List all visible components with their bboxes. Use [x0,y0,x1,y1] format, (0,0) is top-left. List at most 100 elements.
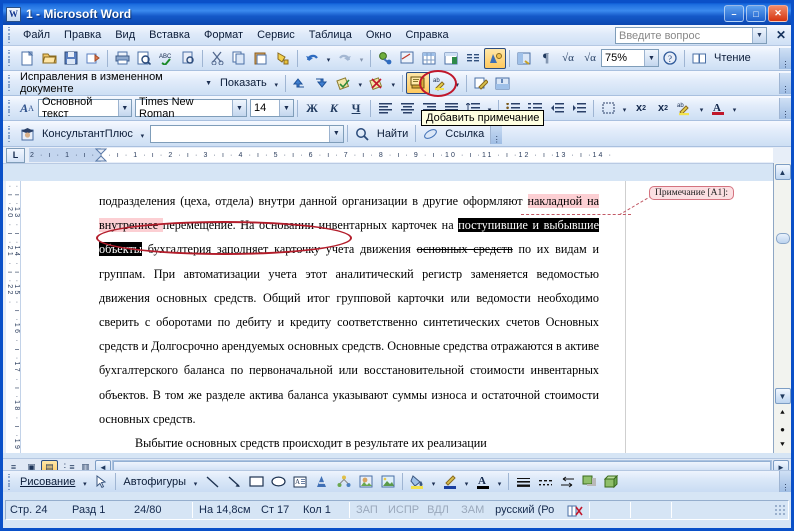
horizontal-ruler-track[interactable]: 2 · ı · 1 · ı · ı · ı · 1 · ı · 2 · ı · … [29,148,773,162]
chevron-down-icon[interactable]: ▼ [752,28,766,43]
vertical-scroll-thumb[interactable] [775,233,790,244]
subscript-icon[interactable]: x2 [630,98,652,119]
resize-grip[interactable] [774,504,786,516]
line-color-dropdown-icon[interactable]: ▾ [461,472,472,492]
menu-format[interactable]: Формат [197,27,250,43]
new-comment-icon[interactable] [405,72,430,94]
drawing-toolbar-grip[interactable] [5,473,13,490]
clip-art-icon[interactable] [355,471,377,492]
reviewing-toolbar-grip[interactable] [5,75,13,91]
find-button[interactable]: Найти [373,128,412,140]
insert-excel-table-icon[interactable] [440,48,462,69]
autoshapes-menu-button[interactable]: Автофигуры [119,476,190,488]
document-canvas[interactable]: подразделения (цеха, отдела) внутри данн… [21,181,773,453]
sqrt-alpha-2-icon[interactable]: √α [579,48,601,69]
redo-icon[interactable] [334,48,356,69]
chevron-down-icon[interactable]: ▼ [202,75,215,91]
highlight-color-icon[interactable]: ab [674,98,696,119]
font-color-icon[interactable]: A [472,471,494,492]
display-for-review-combo[interactable]: Исправления в измененном документе ▼ [16,71,216,95]
show-dropdown-icon[interactable]: ▾ [271,73,282,93]
font-combo[interactable]: Times New Roman ▼ [135,96,247,120]
drawing-overflow-button[interactable]: ⋮ [779,471,791,492]
magnifier-icon[interactable] [351,123,373,144]
drawing-dropdown-icon[interactable]: ▾ [79,472,90,492]
select-objects-icon[interactable] [90,471,112,492]
accept-change-icon[interactable] [333,73,355,94]
menu-file[interactable]: Файл [16,27,57,43]
menu-table[interactable]: Таблица [302,27,359,43]
menu-help[interactable]: Справка [398,27,455,43]
spelling-status-icon[interactable] [563,504,587,517]
scroll-down-button[interactable]: ▼ [774,388,791,404]
link-icon[interactable] [419,123,441,144]
paragraph-2[interactable]: Выбытие основных средств происходит в ре… [99,431,599,453]
highlight-color-dropdown-icon[interactable]: ▾ [696,98,707,118]
next-page-button[interactable]: ⯆ [776,438,790,452]
show-menu-button[interactable]: Показать [216,77,271,89]
italic-button[interactable]: К [323,98,345,119]
line-style-icon[interactable] [512,471,534,492]
print-preview-icon[interactable] [133,48,155,69]
shadow-style-icon[interactable] [578,471,600,492]
menu-tools[interactable]: Сервис [250,27,302,43]
consultant-menu-label[interactable]: КонсультантПлюс [38,128,137,140]
format-painter-icon[interactable] [272,48,294,69]
font-color-dropdown-icon-2[interactable]: ▾ [494,472,505,492]
line-icon[interactable] [201,471,223,492]
maximize-button[interactable]: □ [746,5,766,22]
select-browse-object-button[interactable]: ● [776,422,790,436]
menu-insert[interactable]: Вставка [142,27,197,43]
drawing-icon[interactable] [484,47,506,69]
reviewing-pane-icon[interactable] [492,73,514,94]
dash-style-icon[interactable] [534,471,556,492]
scroll-up-button[interactable]: ▲ [774,164,791,180]
reading-layout-icon[interactable] [688,48,710,69]
3d-style-icon[interactable] [600,471,622,492]
highlight-dropdown-icon[interactable]: ▾ [452,73,463,93]
diagram-icon[interactable] [333,471,355,492]
tables-borders-icon[interactable] [396,48,418,69]
arrow-style-icon[interactable] [556,471,578,492]
vertical-scrollbar[interactable]: ▲ ▼ ⯅ ● ⯆ [773,163,791,453]
standard-toolbar-grip[interactable] [5,50,13,66]
chevron-down-icon[interactable]: ▼ [117,100,131,116]
status-ext[interactable]: ВДЛ [423,504,457,516]
underline-button[interactable]: Ч [345,98,367,119]
next-change-icon[interactable] [311,73,333,94]
word-art-icon[interactable] [311,471,333,492]
redo-dropdown-icon[interactable]: ▾ [356,48,367,68]
close-document-button[interactable]: ✕ [776,28,786,42]
style-combo[interactable]: Основной текст ▼ [38,96,132,120]
line-color-icon[interactable] [439,471,461,492]
open-folder-icon[interactable] [38,48,60,69]
outside-border-icon[interactable] [597,98,619,119]
document-map-icon[interactable] [513,48,535,69]
consultant-logo-icon[interactable] [16,123,38,144]
chevron-down-icon[interactable]: ▼ [232,100,246,116]
consultant-overflow-button[interactable]: ⋮ [490,123,503,144]
menu-grip[interactable] [5,27,13,43]
oval-icon[interactable] [267,471,289,492]
columns-icon[interactable] [462,48,484,69]
email-icon[interactable] [82,48,104,69]
formatting-overflow-button[interactable]: ⋮ [779,97,791,119]
border-dropdown-icon[interactable]: ▾ [619,98,630,118]
arrow-icon[interactable] [223,471,245,492]
copy-icon[interactable] [228,48,250,69]
rectangle-icon[interactable] [245,471,267,492]
fill-color-dropdown-icon[interactable]: ▾ [428,472,439,492]
menu-window[interactable]: Окно [359,27,399,43]
tab-stop-button[interactable]: L [6,147,25,163]
zoom-combo[interactable]: 75% ▼ [601,49,659,67]
menu-view[interactable]: Вид [108,27,142,43]
insert-table-icon[interactable] [418,48,440,69]
autoshapes-dropdown-icon[interactable]: ▾ [190,472,201,492]
status-language[interactable]: русский (Ро [491,504,563,516]
chevron-down-icon[interactable]: ▼ [328,125,343,142]
drawing-menu-button[interactable]: Рисование [16,476,79,488]
styles-formatting-icon[interactable]: AA [16,98,38,119]
undo-dropdown-icon[interactable]: ▾ [323,48,334,68]
document-page[interactable]: подразделения (цеха, отдела) внутри данн… [21,181,773,453]
previous-change-icon[interactable] [289,73,311,94]
